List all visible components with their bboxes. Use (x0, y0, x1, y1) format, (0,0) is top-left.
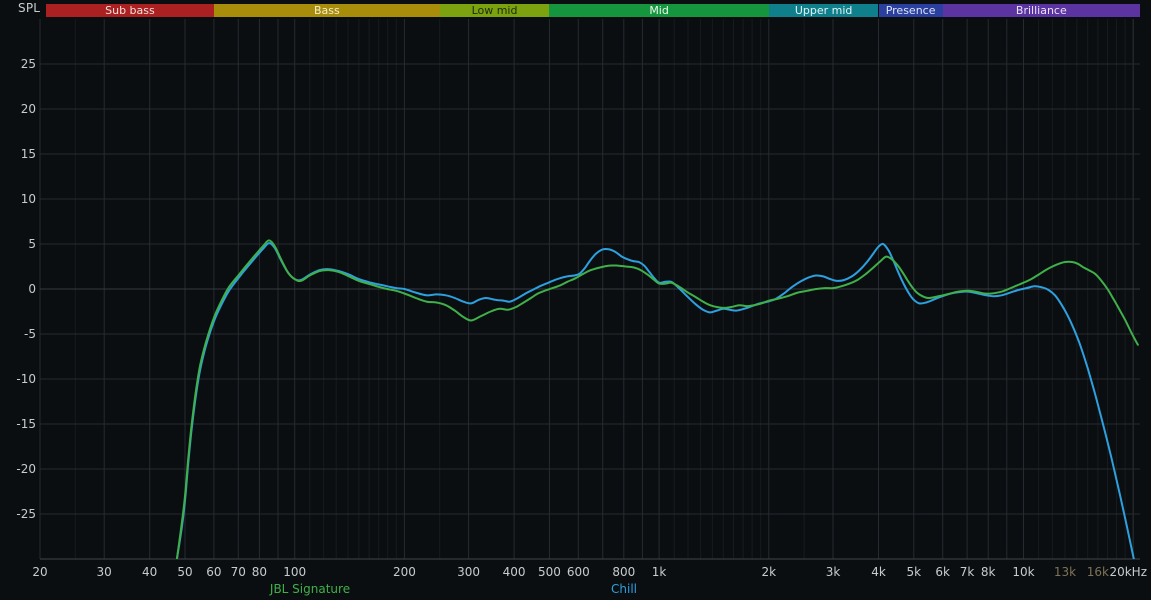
y-tick-label: 25 (21, 57, 36, 71)
x-tick-label: 5k (907, 565, 922, 579)
x-tick-label: 50 (177, 565, 192, 579)
x-tick-label: 7k (960, 565, 975, 579)
x-tick-label: 80 (252, 565, 267, 579)
x-tick-label: 8k (981, 565, 996, 579)
curve-chill (175, 242, 1135, 559)
y-tick-label: -20 (16, 462, 36, 476)
y-tick-label: 5 (28, 237, 36, 251)
x-tick-label: 800 (612, 565, 635, 579)
x-tick-label: 70 (231, 565, 246, 579)
grid-layer (39, 19, 1140, 560)
x-tick-label: 3k (826, 565, 841, 579)
x-tick-label: 500 (538, 565, 561, 579)
y-tick-label: 15 (21, 147, 36, 161)
y-tick-label: 0 (28, 282, 36, 296)
spl-frequency-response-app: SPL Sub bass Bass Low mid Mid Upper mid Prese… (0, 0, 1151, 600)
y-tick-label: -5 (24, 327, 36, 341)
x-tick-label: 40 (142, 565, 157, 579)
x-tick-label: 600 (567, 565, 590, 579)
x-tick-label: 1k (652, 565, 667, 579)
legend: JBL Signature Chill (0, 582, 1151, 598)
x-tick-label: 2k (762, 565, 777, 579)
x-tick-label: 100 (283, 565, 306, 579)
x-tick-label: 16k (1087, 565, 1109, 579)
curve-jbl-signature (175, 239, 1139, 559)
x-tick-label: 10k (1012, 565, 1034, 579)
legend-item-chill: Chill (611, 582, 637, 596)
x-tick-label: 30 (97, 565, 112, 579)
y-axis-labels: -25 -20 -15 -10 -5 0 5 10 15 20 25 (16, 57, 36, 521)
x-tick-label: 60 (206, 565, 221, 579)
y-tick-label: -25 (16, 507, 36, 521)
y-tick-label: -10 (16, 372, 36, 386)
x-tick-label: 200 (393, 565, 416, 579)
y-tick-label: -15 (16, 417, 36, 431)
legend-item-jbl-signature: JBL Signature (269, 582, 351, 596)
x-tick-label: 300 (457, 565, 480, 579)
y-tick-label: 10 (21, 192, 36, 206)
x-tick-label: 20kHz (1109, 565, 1147, 579)
x-tick-label: 13k (1054, 565, 1076, 579)
frequency-response-plot-canvas[interactable]: -25 -20 -15 -10 -5 0 5 10 15 20 25 20 30 40 50 60 70 80 10… (0, 0, 1151, 600)
x-tick-label: 400 (503, 565, 526, 579)
x-tick-label: 6k (935, 565, 950, 579)
x-tick-label: 20 (32, 565, 47, 579)
y-tick-label: 20 (21, 102, 36, 116)
x-axis-labels: 20 30 40 50 60 70 80 100 200 300 400 500 600 800 1k 2k 3… (32, 565, 1147, 579)
x-tick-label: 4k (871, 565, 886, 579)
